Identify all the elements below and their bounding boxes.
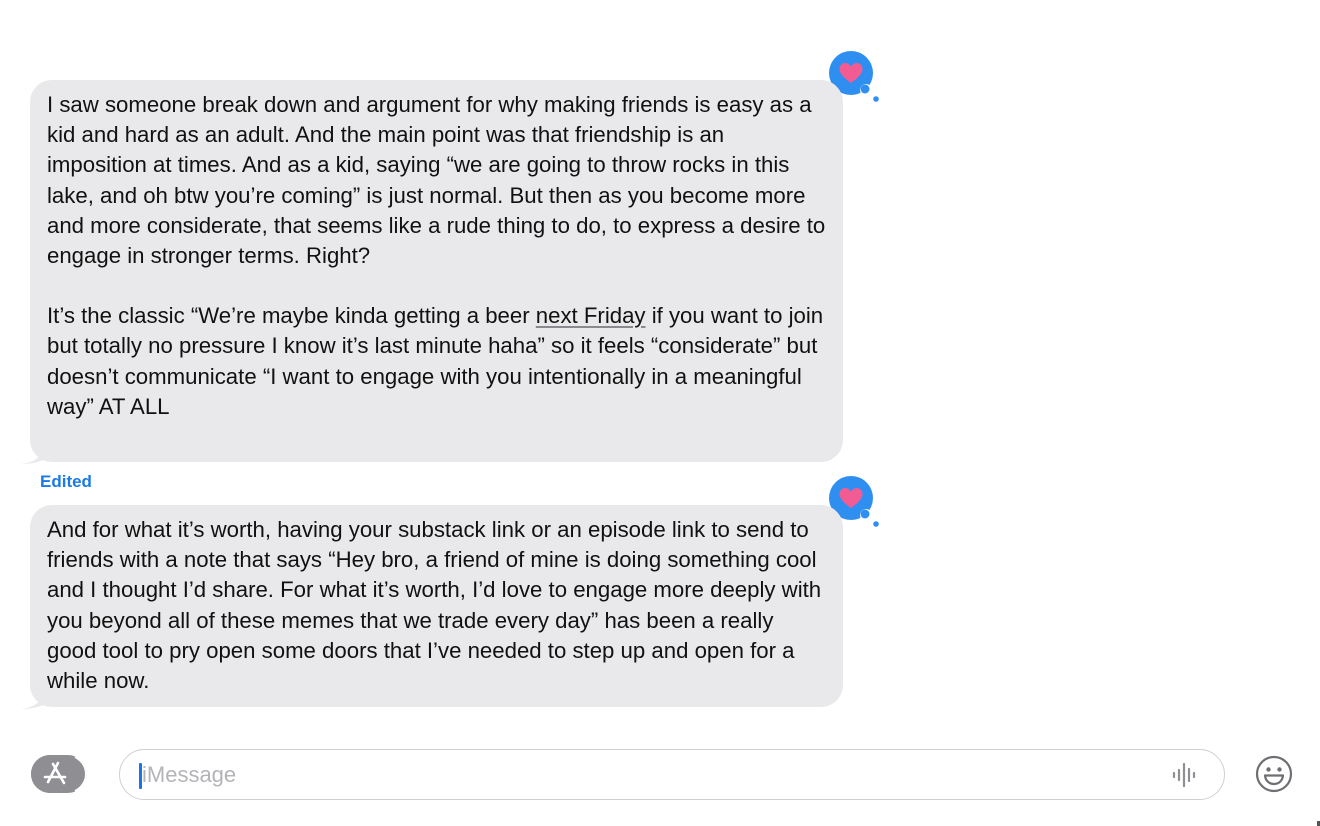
message-text: I saw someone break down and argument fo… (47, 92, 826, 269)
audio-message-button[interactable] (1168, 762, 1204, 788)
message-input-field[interactable] (119, 749, 1225, 800)
message-bubble[interactable]: And for what it’s worth, having your sub… (20, 505, 843, 709)
app-store-button[interactable] (31, 755, 87, 793)
message-bubble[interactable]: I saw someone break down and argument fo… (20, 80, 843, 464)
message-text: It’s the classic “We’re maybe kinda gett… (47, 301, 827, 422)
date-link[interactable]: next Friday (536, 303, 646, 328)
edited-label[interactable]: Edited (40, 472, 92, 492)
message-thread: I saw someone break down and argument fo… (0, 0, 1320, 735)
audio-waveform-icon (1172, 762, 1196, 788)
message-composer (0, 735, 1320, 826)
message-input[interactable] (142, 758, 1142, 792)
bubble-tail (20, 685, 50, 709)
emoji-icon (1255, 755, 1293, 793)
bubble-tail (20, 440, 50, 464)
message-text: And for what it’s worth, having your sub… (47, 517, 822, 694)
message-text-fragment: It’s the classic “We’re maybe kinda gett… (47, 303, 536, 329)
emoji-button[interactable] (1254, 754, 1294, 794)
app-store-icon (31, 755, 87, 793)
